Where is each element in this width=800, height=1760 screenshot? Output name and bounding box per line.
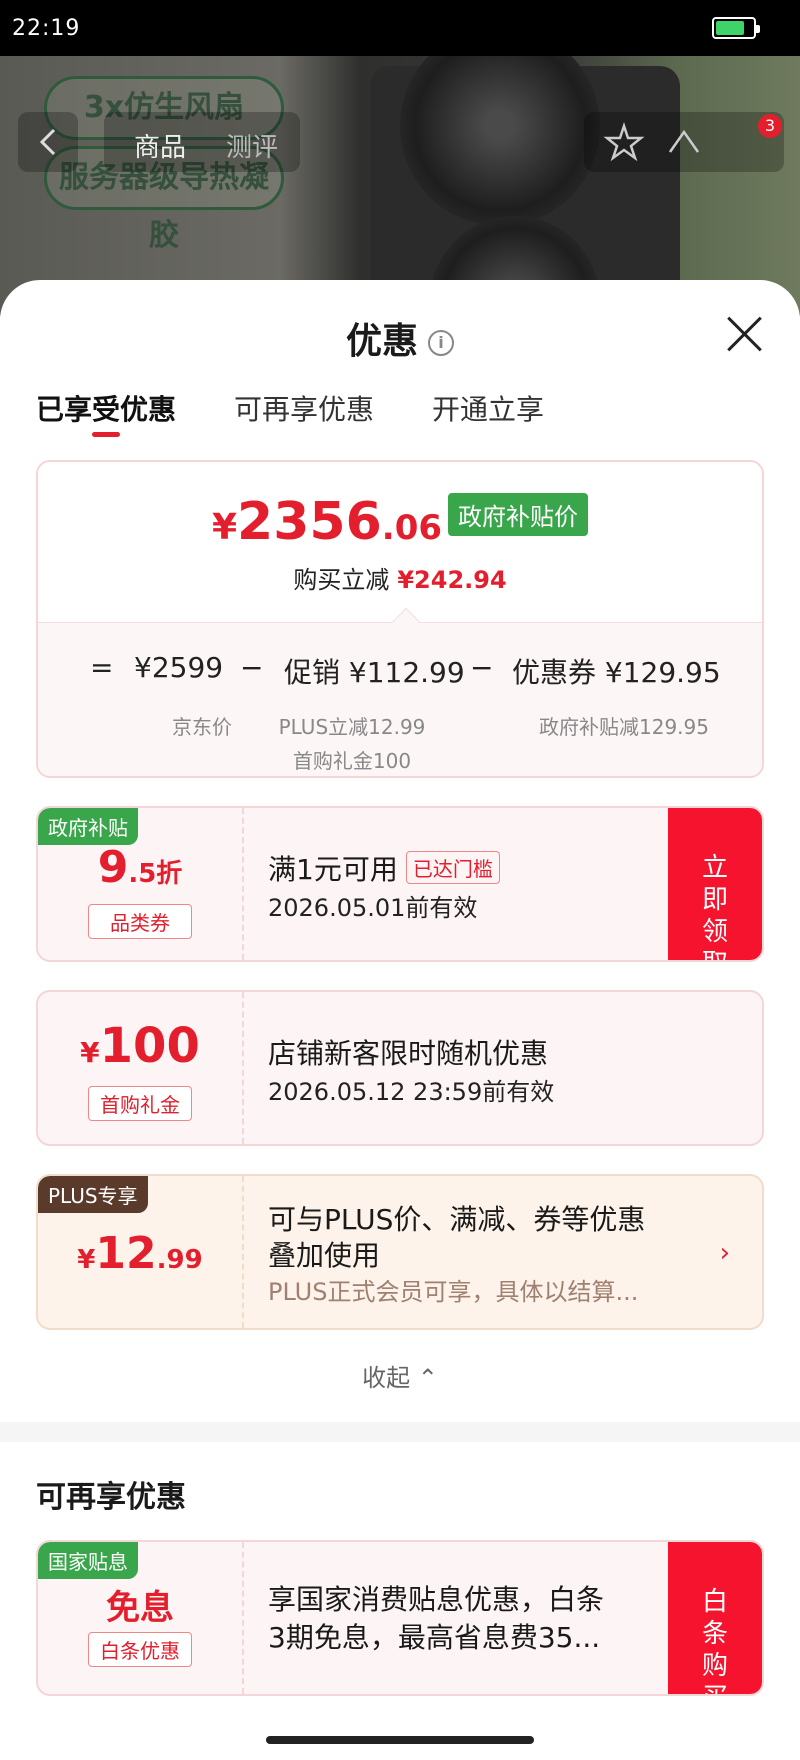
promo-detail: 首购礼金100 — [292, 749, 412, 773]
star-icon[interactable] — [594, 112, 654, 172]
chevron-right-icon[interactable]: › — [720, 1238, 730, 1268]
plus-value: ¥12.99 — [77, 1228, 203, 1279]
interest-free-value: 免息 — [106, 1588, 174, 1628]
coupon-condition: 满1元可用 已达门槛 — [268, 848, 500, 888]
coupon-card-plus[interactable]: PLUS专享 ¥12.99 可与PLUS价、满减、券等优惠 叠加使用 PLUS正… — [36, 1174, 764, 1330]
discount-sheet: 优惠 i 已享受优惠 可再享优惠 开通立享 ¥2356.06 政府补贴价 购买立减 ¥… — [0, 280, 800, 1760]
tab-more[interactable]: 可再享优惠 — [234, 388, 374, 428]
interest-description: 享国家消费贴息优惠，白条 — [268, 1583, 605, 1616]
first-purchase-label: 首购礼金 — [88, 1086, 192, 1121]
nav-tab-product[interactable]: 商品 — [134, 127, 186, 164]
sheet-title: 优惠 i — [0, 312, 800, 364]
home-indicator — [266, 1736, 534, 1744]
formula-jd-price: ¥2599 — [134, 651, 224, 684]
nav-actions — [584, 112, 784, 172]
formula-minus: − — [240, 651, 264, 684]
reduce-row: 购买立减 ¥242.94 — [293, 566, 507, 594]
plus-tag: PLUS专享 — [38, 1176, 148, 1213]
threshold-badge: 已达门槛 — [405, 851, 500, 884]
category-coupon-label: 品类券 — [88, 904, 192, 939]
promo-detail: PLUS立减12.99 — [278, 715, 426, 739]
interest-description: 3期免息，最高省息费35... — [268, 1621, 601, 1654]
share-icon[interactable] — [654, 112, 714, 172]
price-summary: ¥2356.06 政府补贴价 购买立减 ¥242.94 = ¥2599 − 促销 ¥… — [36, 460, 764, 778]
formula-equals: = — [90, 651, 114, 684]
final-price: ¥2356.06 政府补贴价 — [38, 492, 762, 552]
coupon-detail: 政府补贴减129.95 — [539, 715, 709, 739]
status-time: 22:19 — [12, 16, 81, 41]
tab-activate[interactable]: 开通立享 — [432, 388, 544, 428]
gov-subsidy-tag: 政府补贴 — [38, 808, 138, 845]
interest-subsidy-tag: 国家贴息 — [38, 1542, 138, 1579]
sheet-title-text: 优惠 — [345, 321, 418, 362]
chevron-up-icon: ⌃ — [417, 1364, 438, 1392]
back-button[interactable] — [18, 112, 78, 172]
tab-underline — [92, 432, 120, 437]
formula-minus: − — [470, 651, 494, 684]
claim-button[interactable]: 立即领取 — [668, 808, 762, 960]
coupon-card-first-purchase: ¥100 首购礼金 店铺新客限时随机优惠 2026.05.12 23:59前有效 — [36, 990, 764, 1146]
plus-description: 叠加使用 — [268, 1239, 381, 1272]
gpu-image — [370, 56, 680, 316]
gift-validity: 2026.05.12 23:59前有效 — [268, 1078, 555, 1106]
baitiao-buy-button[interactable]: 白条购买 — [668, 1542, 762, 1694]
baitiao-label: 白条优惠 — [88, 1632, 192, 1667]
close-icon[interactable] — [724, 314, 764, 354]
notification-badge: 3 — [758, 114, 782, 138]
battery-icon — [712, 17, 760, 39]
info-icon[interactable]: i — [428, 330, 454, 356]
coupon-validity: 2026.05.01前有效 — [268, 894, 478, 922]
gift-value: ¥100 — [80, 1018, 200, 1074]
status-bar: 22:19 — [0, 0, 800, 56]
formula-coupon: 优惠券 ¥129.95 — [512, 656, 721, 689]
gov-price-badge: 政府补贴价 — [448, 493, 589, 536]
section-title: 可再享优惠 — [36, 1480, 186, 1515]
product-background: 3x仿生风扇 服务器级导热凝胶 — [0, 56, 800, 316]
coupon-card-interest-free[interactable]: 国家贴息 免息 白条优惠 享国家消费贴息优惠，白条 3期免息，最高省息费35..… — [36, 1540, 764, 1696]
formula-promo: 促销 ¥112.99 — [284, 656, 465, 689]
plus-note: PLUS正式会员可享，具体以结算... — [268, 1278, 639, 1306]
gift-description: 店铺新客限时随机优惠 — [268, 1037, 549, 1070]
plus-description: 可与PLUS价、满减、券等优惠 — [268, 1203, 646, 1236]
coupon-card-gov[interactable]: 政府补贴 9.5折 品类券 满1元可用 已达门槛 2026.05.01前有效 立即… — [36, 806, 764, 962]
discount-value: 9.5折 — [97, 842, 183, 893]
nav-tab-review[interactable]: 测评 — [226, 127, 278, 164]
collapse-button[interactable]: 收起 ⌃ — [0, 1358, 800, 1393]
tab-enjoyed[interactable]: 已享受优惠 — [36, 388, 176, 428]
